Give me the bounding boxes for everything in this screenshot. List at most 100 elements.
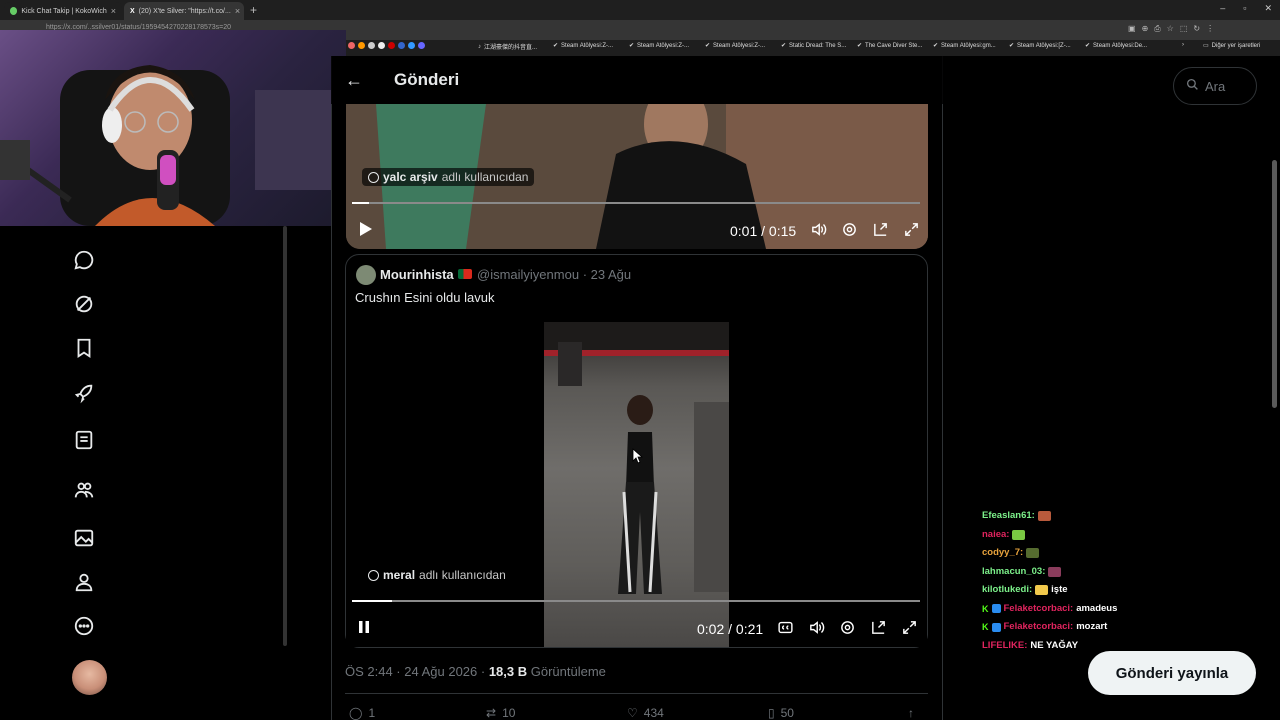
tab-label: Kick Chat Takip | KokoWich bbox=[21, 7, 107, 15]
like-button[interactable]: ♡ 434 bbox=[627, 706, 664, 720]
video1-attribution[interactable]: yalc arşiv adlı kullanıcıdan bbox=[362, 168, 535, 186]
more-icon[interactable] bbox=[71, 613, 97, 639]
search-input[interactable]: Ara bbox=[1173, 67, 1257, 105]
attribution-user: yalc arşiv bbox=[383, 170, 438, 184]
star-icon[interactable]: ☆ bbox=[1167, 24, 1174, 34]
browser-tab-active[interactable]: X (20) X'te Silver: "https://t.co/... × bbox=[124, 2, 244, 20]
bookmark-icon[interactable] bbox=[71, 335, 97, 361]
bookmarks-overflow-icon[interactable]: › bbox=[1182, 42, 1184, 48]
close-window-icon[interactable]: ✕ bbox=[1264, 3, 1272, 14]
chat-icon[interactable] bbox=[71, 247, 97, 273]
attribution-suffix: adlı kullanıcıdan bbox=[419, 568, 506, 582]
video1-progress-bar[interactable] bbox=[352, 202, 920, 204]
video2-time: 0:02 / 0:21 bbox=[697, 621, 764, 637]
bookmark-item[interactable]: ✔ The Cave Diver Ste... bbox=[857, 42, 922, 50]
publish-post-button[interactable]: Gönderi yayınla bbox=[1088, 651, 1256, 695]
steam-icon: ✔ bbox=[629, 43, 635, 49]
chat-username: lahmacun_03: bbox=[982, 565, 1046, 577]
webcam-overlay bbox=[0, 30, 346, 226]
picture-in-picture-icon[interactable] bbox=[870, 619, 887, 639]
video2-attribution[interactable]: meral adlı kullanıcıdan bbox=[362, 566, 512, 584]
tweet-metadata: ÖS 2:44 · 24 Ağu 2026 · 18,3 B Görüntüle… bbox=[345, 664, 606, 679]
account-avatar[interactable] bbox=[72, 660, 107, 695]
chat-username: Efeaslan61: bbox=[982, 510, 1035, 521]
bookmark-button[interactable]: ▯ 50 bbox=[768, 706, 794, 720]
steam-icon: ✔ bbox=[705, 43, 711, 49]
quoted-tweet-text: Crushın Esini oldu lavuk bbox=[355, 290, 495, 305]
captions-icon[interactable] bbox=[777, 619, 794, 639]
steam-icon: ✔ bbox=[933, 43, 939, 49]
video1-progress-fill bbox=[352, 202, 370, 204]
new-tab-icon[interactable]: + bbox=[250, 3, 257, 17]
attribution-user: meral bbox=[383, 568, 416, 582]
lists-icon[interactable] bbox=[71, 427, 97, 453]
maximize-icon[interactable]: ▫ bbox=[1243, 3, 1246, 14]
video2-progress-bar[interactable] bbox=[352, 600, 920, 602]
quoted-author-avatar[interactable] bbox=[356, 265, 376, 285]
page-scrollbar[interactable] bbox=[1272, 160, 1277, 408]
steam-icon: ✔ bbox=[781, 43, 787, 49]
volume-icon[interactable] bbox=[808, 619, 825, 639]
bookmark-item[interactable]: ✔ Steam Atölyesi:[Z-... bbox=[1009, 42, 1071, 50]
minimize-icon[interactable]: – bbox=[1220, 3, 1225, 14]
chat-username: LIFELIKE: bbox=[982, 639, 1028, 651]
globe-icon bbox=[368, 171, 379, 183]
other-bookmarks[interactable]: ▭ Diğer yer işaretleri bbox=[1203, 42, 1260, 50]
tab-close-icon[interactable]: × bbox=[111, 6, 116, 16]
chat-message: K Felaketcorbaci: amadeus bbox=[982, 600, 1117, 619]
quoted-author-handle[interactable]: @ismailyiyenmou · 23 Ağu bbox=[477, 267, 631, 282]
views-label: Görüntüleme bbox=[527, 664, 606, 679]
bookmark-item[interactable]: ✔ Steam Atölyesi:De... bbox=[1085, 42, 1147, 50]
profile-icon[interactable] bbox=[71, 569, 97, 595]
quoted-author-name[interactable]: Mourinhista bbox=[380, 267, 454, 282]
grok-icon[interactable] bbox=[71, 291, 97, 317]
repost-button[interactable]: ⇄ 10 bbox=[486, 706, 515, 720]
chat-emote-icon bbox=[1035, 585, 1049, 596]
portugal-flag-icon bbox=[458, 269, 472, 279]
chat-message: Efeaslan61: bbox=[982, 507, 1117, 526]
bookmark-item[interactable]: ✔ Steam Atölyesi:Z-... bbox=[553, 42, 613, 50]
chat-message: naiea: bbox=[982, 526, 1117, 545]
view-count: 18,3 B bbox=[488, 664, 528, 679]
tweet-timestamp[interactable]: ÖS 2:44 · 24 Ağu 2026 · bbox=[345, 664, 489, 679]
browser-tab[interactable]: Kick Chat Takip | KokoWich × bbox=[4, 2, 122, 20]
pause-icon[interactable] bbox=[357, 620, 371, 639]
volume-icon[interactable] bbox=[810, 221, 827, 241]
zoom-icon[interactable]: ⊕ bbox=[1142, 24, 1149, 34]
reply-button[interactable]: ◯ 1 bbox=[349, 706, 375, 720]
extensions-icon[interactable]: ⬚ bbox=[1180, 24, 1188, 34]
bookmark-item[interactable]: ✔ Steam Atölyesi:gm... bbox=[933, 42, 996, 50]
bookmark-item[interactable]: ✔ Steam Atölyesi:Z-... bbox=[705, 42, 765, 50]
search-icon bbox=[1186, 78, 1199, 94]
media-icon[interactable] bbox=[71, 525, 97, 551]
bookmark-item[interactable]: ✔ Static Dread: The S... bbox=[781, 42, 846, 50]
tab-label: (20) X'te Silver: "https://t.co/... bbox=[138, 7, 231, 15]
share-icon[interactable]: ⎙ bbox=[1154, 24, 1160, 34]
globe-icon bbox=[368, 569, 379, 581]
settings-icon[interactable] bbox=[839, 619, 856, 639]
chat-message: K Felaketcorbaci: mozart bbox=[982, 618, 1117, 637]
nav-scrollbar[interactable] bbox=[283, 226, 287, 646]
bookmark-favicons bbox=[348, 42, 425, 49]
reload-icon[interactable]: ↻ bbox=[1193, 24, 1200, 34]
share-button[interactable]: ↑ bbox=[908, 706, 914, 720]
bookmark-item[interactable]: ♪ 江湖豪傑的抖音直... bbox=[478, 42, 537, 52]
video2-controls: 0:02 / 0:21 bbox=[697, 619, 918, 639]
play-icon[interactable] bbox=[357, 221, 373, 242]
fullscreen-icon[interactable] bbox=[903, 221, 920, 241]
chat-text: mozart bbox=[1076, 621, 1108, 632]
tab-close-icon[interactable]: × bbox=[235, 6, 240, 16]
fullscreen-icon[interactable] bbox=[901, 619, 918, 639]
communities-icon[interactable] bbox=[71, 477, 97, 503]
chat-emote-icon bbox=[1037, 511, 1051, 522]
search-placeholder: Ara bbox=[1205, 78, 1226, 94]
rocket-icon[interactable] bbox=[71, 380, 97, 406]
extension-icon[interactable]: ▣ bbox=[1128, 24, 1136, 34]
picture-in-picture-icon[interactable] bbox=[872, 221, 889, 241]
video2-progress-fill bbox=[352, 600, 392, 602]
menu-icon[interactable]: ⋮ bbox=[1206, 24, 1214, 34]
back-arrow-icon[interactable]: ← bbox=[345, 70, 363, 91]
bookmark-item[interactable]: ✔ Steam Atölyesi:Z-... bbox=[629, 42, 689, 50]
settings-icon[interactable] bbox=[841, 221, 858, 241]
chat-emote-icon bbox=[1012, 529, 1026, 540]
